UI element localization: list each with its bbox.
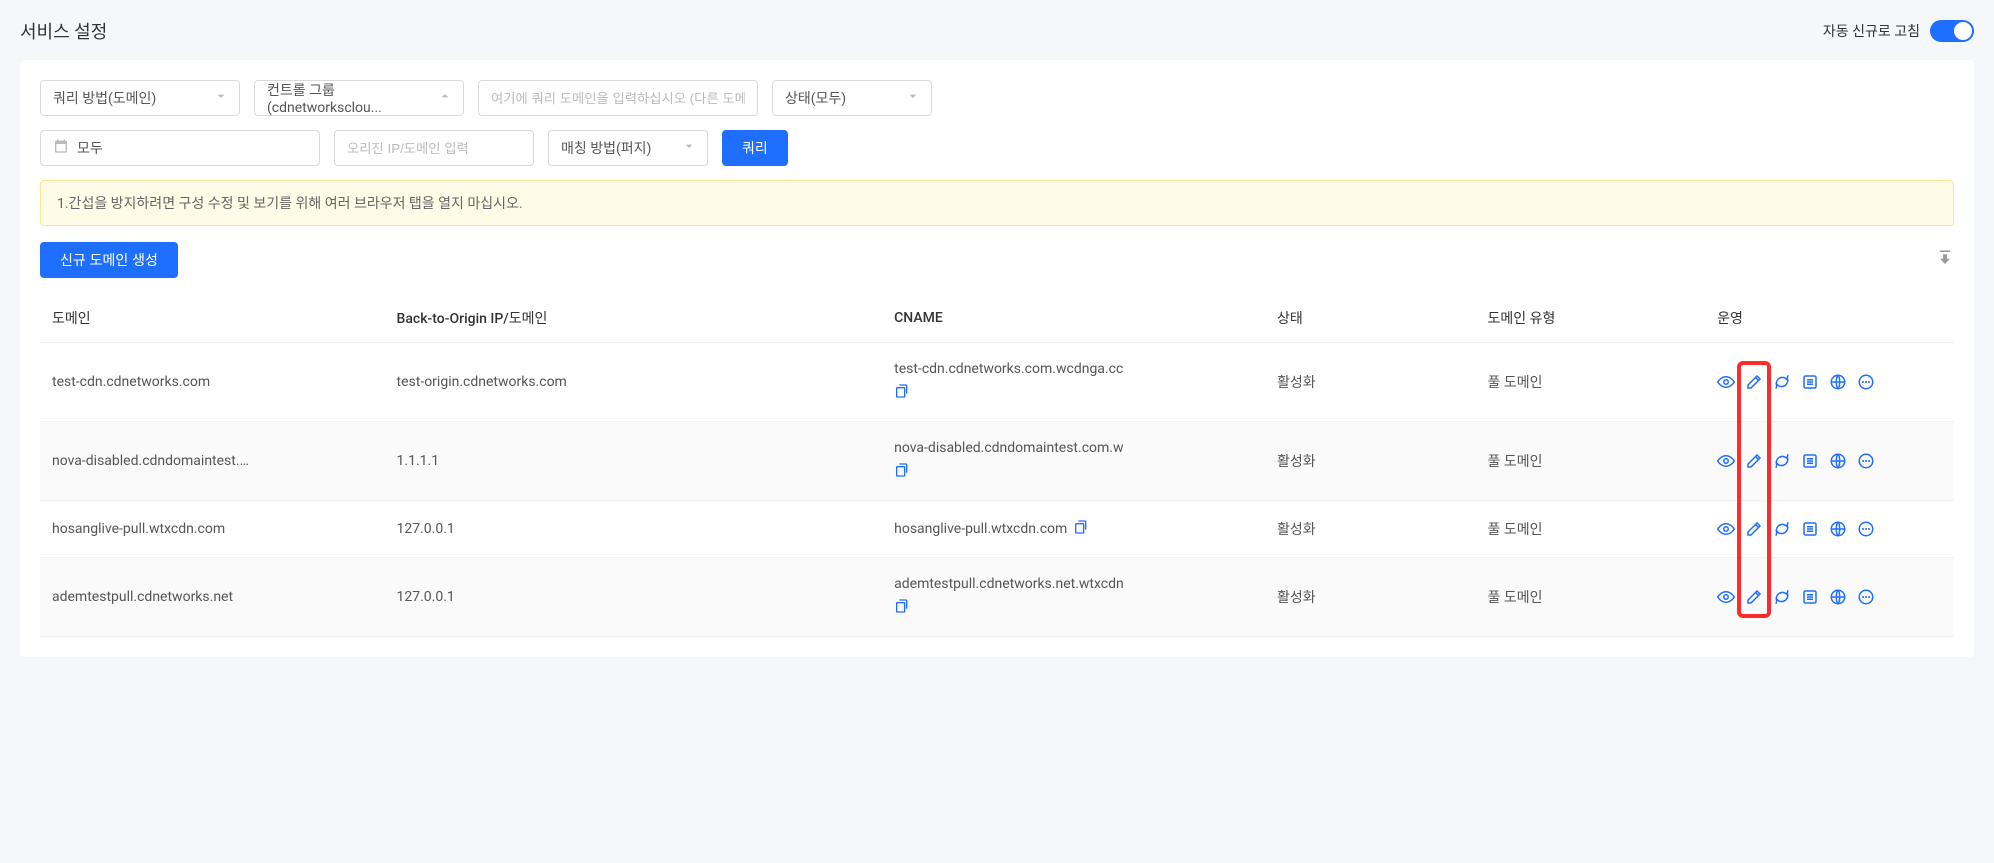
th-status: 상태 bbox=[1265, 294, 1476, 343]
cname-text: ademtestpull.cdnetworks.net.wtxcdn bbox=[894, 576, 1154, 592]
globe-icon[interactable] bbox=[1829, 452, 1847, 470]
main-panel: 쿼리 방법(도메인) 컨트롤 그룹(cdnetworksclou... 상태(모… bbox=[20, 60, 1974, 657]
chevron-down-icon bbox=[681, 138, 697, 158]
domain-cell: ademtestpull.cdnetworks.net bbox=[52, 589, 252, 605]
type-cell: 풀 도메인 bbox=[1475, 501, 1705, 558]
edit-icon[interactable] bbox=[1745, 373, 1763, 391]
table-row: nova-disabled.cdndomaintest.c... 1.1.1.1 n… bbox=[40, 422, 1954, 501]
globe-icon[interactable] bbox=[1829, 373, 1847, 391]
more-icon[interactable] bbox=[1857, 452, 1875, 470]
edit-icon[interactable] bbox=[1745, 520, 1763, 538]
copy-icon[interactable] bbox=[1073, 519, 1089, 539]
query-method-value: 쿼리 방법(도메인) bbox=[53, 88, 156, 108]
more-icon[interactable] bbox=[1857, 588, 1875, 606]
download-icon[interactable] bbox=[1936, 249, 1954, 271]
calendar-icon bbox=[53, 138, 69, 158]
domain-cell: nova-disabled.cdndomaintest.c... bbox=[52, 453, 252, 469]
more-icon[interactable] bbox=[1857, 373, 1875, 391]
type-cell: 풀 도메인 bbox=[1475, 343, 1705, 422]
query-method-select[interactable]: 쿼리 방법(도메인) bbox=[40, 80, 240, 116]
table-row: ademtestpull.cdnetworks.net 127.0.0.1 adem… bbox=[40, 558, 1954, 637]
status-select[interactable]: 상태(모두) bbox=[772, 80, 932, 116]
more-icon[interactable] bbox=[1857, 520, 1875, 538]
cname-text: nova-disabled.cdndomaintest.com.w bbox=[894, 440, 1154, 456]
edit-icon[interactable] bbox=[1745, 588, 1763, 606]
query-button[interactable]: 쿼리 bbox=[722, 130, 788, 166]
origin-input[interactable] bbox=[334, 130, 534, 166]
domain-cell: test-cdn.cdnetworks.com bbox=[52, 374, 252, 390]
domain-table: 도메인 Back-to-Origin IP/도메인 CNAME 상태 도메인 유… bbox=[40, 294, 1954, 637]
refresh-icon[interactable] bbox=[1773, 520, 1791, 538]
control-group-value: 컨트롤 그룹(cdnetworksclou... bbox=[267, 80, 433, 116]
th-type: 도메인 유형 bbox=[1475, 294, 1705, 343]
th-domain: 도메인 bbox=[40, 294, 385, 343]
origin-cell: 1.1.1.1 bbox=[385, 422, 883, 501]
origin-cell: test-origin.cdnetworks.com bbox=[385, 343, 883, 422]
list-icon[interactable] bbox=[1801, 373, 1819, 391]
globe-icon[interactable] bbox=[1829, 588, 1847, 606]
date-range-value: 모두 bbox=[77, 138, 103, 158]
list-icon[interactable] bbox=[1801, 588, 1819, 606]
date-range-select[interactable]: 모두 bbox=[40, 130, 320, 166]
cname-text: hosanglive-pull.wtxcdn.com bbox=[894, 521, 1067, 537]
copy-icon[interactable] bbox=[894, 598, 1154, 618]
copy-icon[interactable] bbox=[894, 462, 1154, 482]
view-icon[interactable] bbox=[1717, 588, 1735, 606]
view-icon[interactable] bbox=[1717, 373, 1735, 391]
auto-refresh-toggle[interactable] bbox=[1930, 20, 1974, 42]
cname-text: test-cdn.cdnetworks.com.wcdnga.cc bbox=[894, 361, 1154, 377]
auto-refresh-control: 자동 신규로 고침 bbox=[1823, 20, 1974, 42]
create-domain-button[interactable]: 신규 도메인 생성 bbox=[40, 242, 178, 278]
copy-icon[interactable] bbox=[894, 383, 1154, 403]
chevron-down-icon bbox=[213, 88, 229, 108]
auto-refresh-label: 자동 신규로 고침 bbox=[1823, 21, 1920, 41]
list-icon[interactable] bbox=[1801, 452, 1819, 470]
status-cell: 활성화 bbox=[1265, 558, 1476, 637]
status-cell: 활성화 bbox=[1265, 422, 1476, 501]
origin-cell: 127.0.0.1 bbox=[385, 558, 883, 637]
type-cell: 풀 도메인 bbox=[1475, 558, 1705, 637]
domain-cell: hosanglive-pull.wtxcdn.com bbox=[52, 521, 252, 537]
table-row: hosanglive-pull.wtxcdn.com 127.0.0.1 hosan… bbox=[40, 501, 1954, 558]
th-cname: CNAME bbox=[882, 294, 1265, 343]
table-row: test-cdn.cdnetworks.com test-origin.cdnet… bbox=[40, 343, 1954, 422]
status-cell: 활성화 bbox=[1265, 501, 1476, 558]
status-value: 상태(모두) bbox=[785, 88, 846, 108]
status-cell: 활성화 bbox=[1265, 343, 1476, 422]
alert-banner: 1.간섭을 방지하려면 구성 수정 및 보기를 위해 여러 브라우저 탭을 열지… bbox=[40, 180, 1954, 226]
refresh-icon[interactable] bbox=[1773, 452, 1791, 470]
list-icon[interactable] bbox=[1801, 520, 1819, 538]
edit-icon[interactable] bbox=[1745, 452, 1763, 470]
view-icon[interactable] bbox=[1717, 452, 1735, 470]
control-group-select[interactable]: 컨트롤 그룹(cdnetworksclou... bbox=[254, 80, 464, 116]
refresh-icon[interactable] bbox=[1773, 373, 1791, 391]
query-domain-input[interactable] bbox=[478, 80, 758, 116]
matching-method-select[interactable]: 매칭 방법(퍼지) bbox=[548, 130, 708, 166]
page-title: 서비스 설정 bbox=[20, 18, 107, 44]
th-origin: Back-to-Origin IP/도메인 bbox=[385, 294, 883, 343]
chevron-up-icon bbox=[437, 88, 453, 108]
th-ops: 운영 bbox=[1705, 294, 1954, 343]
chevron-down-icon bbox=[905, 88, 921, 108]
matching-method-value: 매칭 방법(퍼지) bbox=[561, 138, 651, 158]
refresh-icon[interactable] bbox=[1773, 588, 1791, 606]
view-icon[interactable] bbox=[1717, 520, 1735, 538]
globe-icon[interactable] bbox=[1829, 520, 1847, 538]
type-cell: 풀 도메인 bbox=[1475, 422, 1705, 501]
origin-cell: 127.0.0.1 bbox=[385, 501, 883, 558]
